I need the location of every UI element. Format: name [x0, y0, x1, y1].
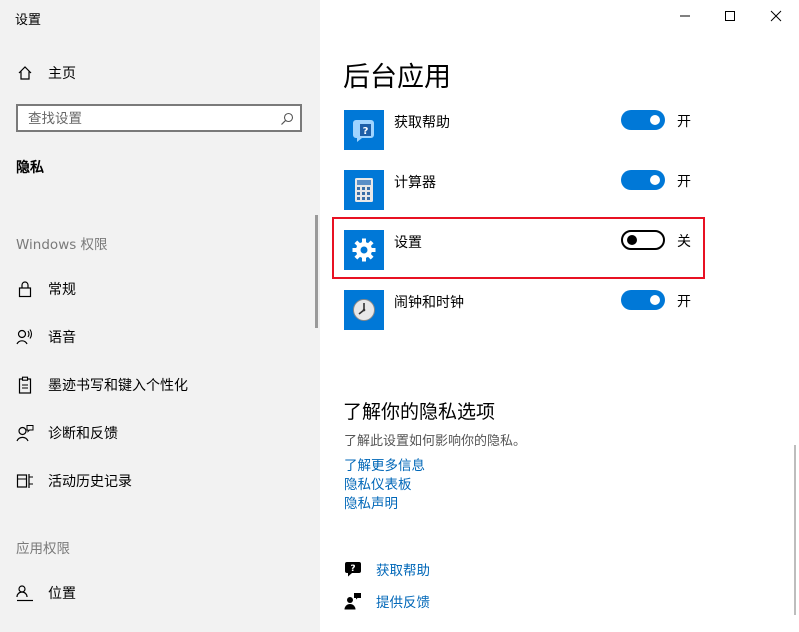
privacy-dashboard-link[interactable]: 隐私仪表板	[344, 473, 412, 493]
calculator-app-icon	[344, 170, 384, 210]
toggle-state-label: 开	[677, 294, 691, 310]
sidebar-item-home[interactable]: 主页	[0, 53, 310, 93]
toggle-knob	[650, 295, 660, 305]
learn-more-link[interactable]: 了解更多信息	[344, 454, 425, 474]
alarm-clock-app-icon	[344, 290, 384, 330]
current-section-privacy: 隐私	[16, 160, 44, 176]
help-chat-icon: ?	[344, 560, 362, 578]
sidebar-item-location[interactable]: 位置	[0, 573, 310, 613]
timeline-icon	[16, 472, 34, 490]
app-name: 获取帮助	[394, 115, 450, 131]
background-toggle-get-help[interactable]	[621, 110, 665, 130]
give-feedback-label: 提供反馈	[376, 595, 430, 611]
speech-icon	[16, 328, 34, 346]
page-title: 后台应用	[343, 62, 451, 93]
svg-text:?: ?	[350, 564, 355, 574]
app-permissions-header: 应用权限	[16, 541, 70, 557]
sidebar-item-label: 墨迹书写和键入个性化	[48, 378, 188, 394]
sidebar-item-inking-typing[interactable]: 墨迹书写和键入个性化	[0, 365, 310, 405]
search-input[interactable]	[26, 109, 280, 129]
feedback-person-icon	[344, 592, 362, 610]
search-box[interactable]	[16, 104, 302, 132]
minimize-button[interactable]	[662, 0, 708, 32]
window-title: 设置	[15, 13, 42, 28]
toggle-state-label: 开	[677, 174, 691, 190]
app-name: 计算器	[394, 175, 436, 191]
toggle-knob	[650, 115, 660, 125]
close-icon	[770, 7, 782, 26]
lock-icon	[16, 280, 34, 298]
sidebar-item-label: 位置	[48, 586, 76, 602]
sidebar-item-diagnostics[interactable]: 诊断和反馈	[0, 413, 310, 453]
svg-text:?: ?	[363, 126, 369, 137]
sidebar-item-label: 活动历史记录	[48, 474, 132, 490]
toggle-state-label: 关	[677, 234, 691, 250]
background-toggle-alarms-clock[interactable]	[621, 290, 665, 310]
sidebar-item-label: 常规	[48, 282, 76, 298]
maximize-icon	[724, 7, 736, 26]
background-toggle-calculator[interactable]	[621, 170, 665, 190]
sidebar-item-label: 语音	[48, 330, 76, 346]
sidebar-item-speech[interactable]: 语音	[0, 317, 310, 357]
app-name: 设置	[394, 235, 422, 251]
app-row-get-help: ? 获取帮助 开	[344, 110, 704, 150]
app-name: 闹钟和时钟	[394, 295, 464, 311]
home-icon	[16, 64, 34, 82]
give-feedback-link[interactable]: 提供反馈	[344, 590, 544, 612]
windows-permissions-header: Windows 权限	[16, 237, 108, 253]
sidebar-item-general[interactable]: 常规	[0, 269, 310, 309]
sidebar-scrollbar[interactable]	[315, 215, 318, 328]
get-help-link[interactable]: ? 获取帮助	[344, 558, 544, 580]
clipboard-pen-icon	[16, 376, 34, 394]
get-help-label: 获取帮助	[376, 563, 430, 579]
privacy-options-heading: 了解你的隐私选项	[343, 401, 496, 423]
sidebar-item-activity-history[interactable]: 活动历史记录	[0, 461, 310, 501]
close-button[interactable]	[753, 0, 799, 32]
location-person-icon	[16, 584, 34, 602]
app-row-alarms-clock: 闹钟和时钟 开	[344, 290, 704, 330]
background-toggle-settings[interactable]	[621, 230, 665, 250]
maximize-button[interactable]	[707, 0, 753, 32]
main-scrollbar[interactable]	[794, 445, 796, 615]
privacy-statement-link[interactable]: 隐私声明	[344, 492, 398, 512]
app-row-settings: 设置 关	[344, 230, 704, 270]
get-help-app-icon: ?	[344, 110, 384, 150]
privacy-options-description: 了解此设置如何影响你的隐私。	[344, 434, 527, 449]
settings-gear-app-icon	[344, 230, 384, 270]
app-row-calculator: 计算器 开	[344, 170, 704, 210]
toggle-knob	[650, 175, 660, 185]
sidebar-item-label: 诊断和反馈	[48, 426, 118, 442]
minimize-icon	[679, 7, 691, 26]
person-feedback-icon	[16, 424, 34, 442]
sidebar-item-home-label: 主页	[48, 66, 76, 82]
toggle-state-label: 开	[677, 114, 691, 130]
sidebar: 设置 主页 隐私 Windows 权限 常规 语音 墨迹书写和键入个性化	[0, 0, 320, 632]
search-icon[interactable]	[280, 111, 294, 125]
toggle-knob	[627, 235, 637, 245]
